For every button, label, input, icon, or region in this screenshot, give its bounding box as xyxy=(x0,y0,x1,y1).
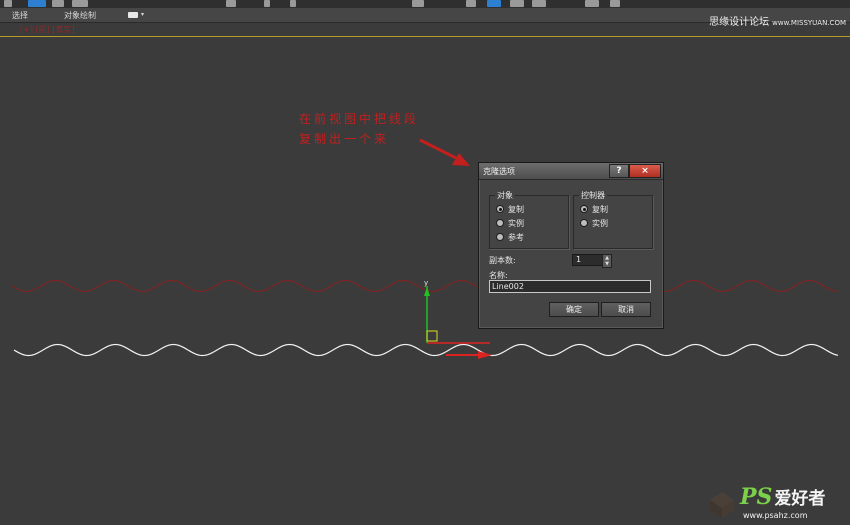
white-wave-line[interactable] xyxy=(13,343,839,357)
controller-option-instance-label: 实例 xyxy=(592,218,608,228)
controller-option-copy-label: 复制 xyxy=(592,204,608,214)
viewport-scene: y xyxy=(11,138,839,359)
watermark-logo-cn: 爱好者 xyxy=(774,489,826,509)
gizmo-y-label: y xyxy=(424,279,428,287)
object-option-reference-label: 参考 xyxy=(508,232,524,242)
copies-input[interactable]: 1 xyxy=(572,254,603,266)
help-button[interactable]: ? xyxy=(609,164,629,178)
clone-options-dialog: 克隆选项 ? × 对象 复制 实例 参考 控制器 复制 实例 副本数: 1 ▲ xyxy=(478,162,664,329)
watermark-logo: PS 爱好者 xyxy=(740,484,825,510)
object-option-copy[interactable]: 复制 xyxy=(496,203,524,215)
object-option-copy-label: 复制 xyxy=(508,204,524,214)
gizmo-x-arrow[interactable] xyxy=(478,351,492,359)
gizmo-plane-handle[interactable] xyxy=(426,330,438,342)
radio-copy[interactable] xyxy=(496,205,504,213)
object-option-instance-label: 实例 xyxy=(508,218,524,228)
radio-reference[interactable] xyxy=(496,233,504,241)
copies-label: 副本数: xyxy=(489,256,516,265)
cancel-button[interactable]: 取消 xyxy=(601,302,651,317)
object-option-instance[interactable]: 实例 xyxy=(496,217,524,229)
controller-groupbox: 控制器 复制 实例 xyxy=(573,190,653,249)
radio-instance[interactable] xyxy=(496,219,504,227)
spinner-down-icon[interactable]: ▼ xyxy=(603,261,611,267)
radio-controller-copy[interactable] xyxy=(580,205,588,213)
watermark: PS 爱好者 www.psahz.com xyxy=(740,484,848,522)
controller-group-label: 控制器 xyxy=(579,190,607,201)
controller-option-copy[interactable]: 复制 xyxy=(580,203,608,215)
name-input[interactable]: Line002 xyxy=(489,280,651,293)
controller-option-instance[interactable]: 实例 xyxy=(580,217,608,229)
dialog-titlebar[interactable]: 克隆选项 ? × xyxy=(479,163,663,180)
copies-spinner[interactable]: ▲ ▼ xyxy=(602,254,612,268)
annotation-text: 在前视图中把线段复制出一个来 xyxy=(299,112,420,146)
radio-controller-instance[interactable] xyxy=(580,219,588,227)
object-option-reference[interactable]: 参考 xyxy=(496,231,524,243)
watermark-logo-ps: PS xyxy=(740,484,773,510)
watermark-url: www.psahz.com xyxy=(743,511,808,520)
ok-button[interactable]: 确定 xyxy=(549,302,599,317)
close-button[interactable]: × xyxy=(629,164,661,178)
dialog-title: 克隆选项 xyxy=(483,167,515,176)
object-groupbox: 对象 复制 实例 参考 xyxy=(489,190,569,249)
object-group-label: 对象 xyxy=(495,190,515,201)
